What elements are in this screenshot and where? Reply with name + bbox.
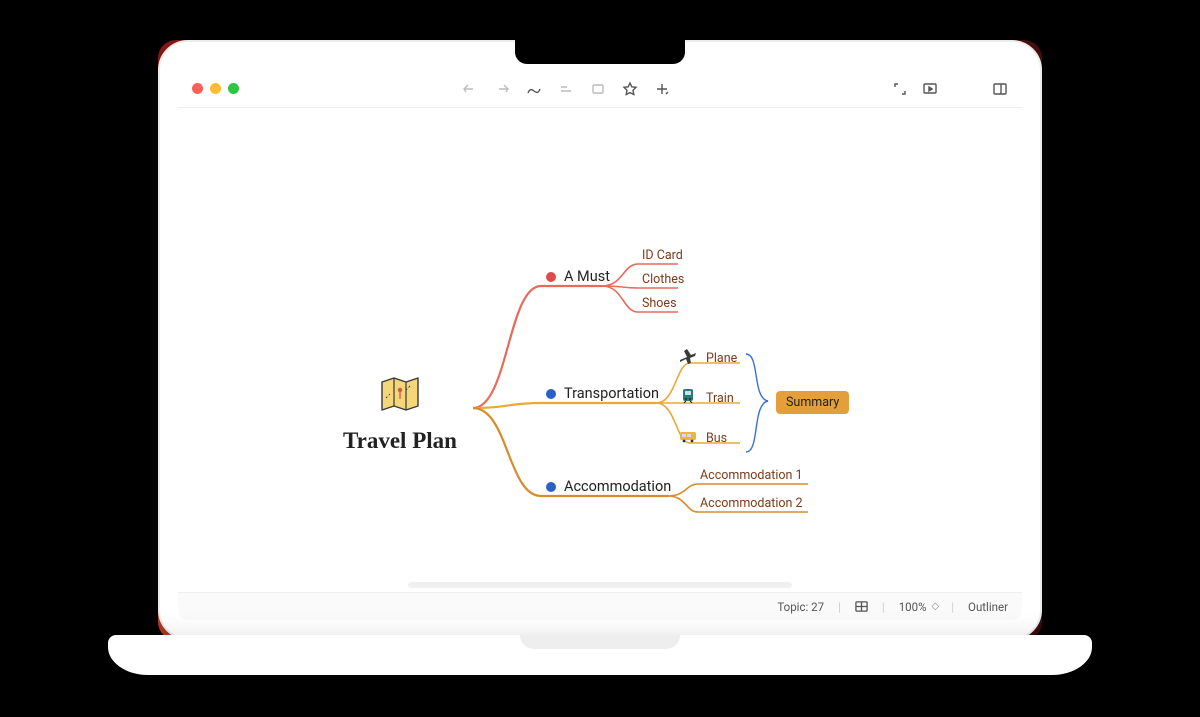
bus-icon (678, 426, 698, 450)
connector-lines (178, 108, 1022, 592)
toolbar-center (249, 81, 882, 97)
leaf-label: Train (706, 391, 734, 406)
frame-icon[interactable] (590, 81, 606, 97)
separator: | (838, 600, 841, 614)
outliner-button[interactable]: Outliner (968, 600, 1008, 614)
separator: | (951, 600, 954, 614)
map-view-button[interactable] (855, 600, 868, 613)
branch-label: A Must (564, 268, 610, 285)
share-icon[interactable] (494, 81, 510, 97)
dot-icon (546, 389, 556, 399)
branch-transportation[interactable]: Transportation (546, 385, 659, 402)
sidebar-toggle-icon[interactable] (992, 81, 1008, 97)
zoom-stepper-icon: ◇ (932, 601, 938, 612)
leaf-bus[interactable]: Bus (678, 426, 727, 450)
summary-node[interactable]: Summary (776, 391, 849, 414)
toolbar-right (892, 81, 1008, 97)
branch-label: Transportation (564, 385, 659, 402)
leaf-train[interactable]: Train (678, 386, 734, 410)
app-window: Travel Plan A Must ID Card Clothes Shoes… (178, 70, 1022, 620)
branch-label: Accommodation (564, 478, 671, 495)
star-icon[interactable] (622, 81, 638, 97)
add-icon[interactable] (654, 81, 670, 97)
mindmap-canvas[interactable]: Travel Plan A Must ID Card Clothes Shoes… (178, 108, 1022, 592)
fullscreen-icon[interactable] (892, 81, 908, 97)
leaf-clothes[interactable]: Clothes (642, 272, 684, 287)
zoom-control[interactable]: 100% ◇ (899, 600, 938, 614)
dot-icon (546, 272, 556, 282)
present-icon[interactable] (922, 81, 938, 97)
leaf-plane[interactable]: Plane (678, 346, 737, 370)
leaf-id-card[interactable]: ID Card (642, 248, 683, 263)
leaf-label: Bus (706, 431, 727, 446)
branch-a-must[interactable]: A Must (546, 268, 610, 285)
separator: | (882, 600, 885, 614)
leaf-shoes[interactable]: Shoes (642, 296, 677, 311)
leaf-accommodation-1[interactable]: Accommodation 1 (700, 468, 803, 483)
root-node[interactable]: Travel Plan (343, 376, 457, 454)
map-icon (343, 376, 457, 418)
maximize-window-button[interactable] (228, 83, 239, 94)
titlebar (178, 70, 1022, 108)
dot-icon (546, 482, 556, 492)
leaf-accommodation-2[interactable]: Accommodation 2 (700, 496, 803, 511)
leaf-label: Plane (706, 351, 737, 366)
branch-accommodation[interactable]: Accommodation (546, 478, 671, 495)
statusbar: Topic: 27 | | 100% ◇ | Outliner (178, 592, 1022, 620)
horizontal-scrollbar[interactable] (408, 582, 792, 588)
export-icon[interactable] (462, 81, 478, 97)
minimize-window-button[interactable] (210, 83, 221, 94)
window-controls (192, 83, 239, 94)
root-title: Travel Plan (343, 428, 457, 454)
topic-count: Topic: 27 (777, 600, 824, 614)
plane-icon (678, 346, 698, 370)
curve-icon[interactable] (526, 81, 542, 97)
close-window-button[interactable] (192, 83, 203, 94)
train-icon (678, 386, 698, 410)
format-icon[interactable] (558, 81, 574, 97)
